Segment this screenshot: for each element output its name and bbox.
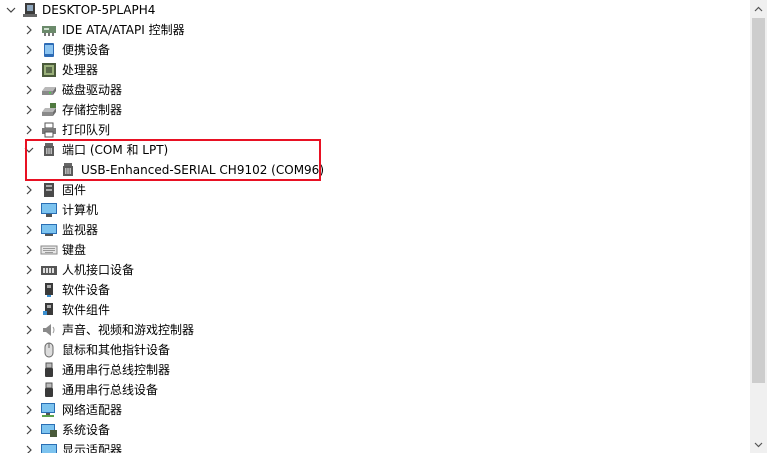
tree-item-mice[interactable]: 鼠标和其他指针设备 — [0, 340, 750, 360]
tree-item-system-devices[interactable]: 系统设备 — [0, 420, 750, 440]
tree-item-computer[interactable]: 计算机 — [0, 200, 750, 220]
tree-item-label: 计算机 — [62, 203, 99, 217]
chevron-right-icon[interactable] — [22, 182, 36, 198]
tree-item-portable-devices[interactable]: 便携设备 — [0, 40, 750, 60]
portable-device-icon — [41, 42, 57, 58]
usb-icon — [41, 362, 57, 378]
computer-name-label: DESKTOP-5PLAPH4 — [42, 3, 156, 17]
chevron-right-icon[interactable] — [22, 442, 36, 453]
tree-item-label: 通用串行总线控制器 — [62, 363, 171, 377]
processor-icon — [41, 62, 57, 78]
device-tree: DESKTOP-5PLAPH4 IDE ATA/ATAPI 控制器 便携设备 处… — [0, 0, 750, 453]
tree-item-label: 处理器 — [62, 63, 99, 77]
chevron-right-icon[interactable] — [22, 382, 36, 398]
tree-item-label: 鼠标和其他指针设备 — [62, 343, 171, 357]
tree-item-label: 键盘 — [62, 243, 87, 257]
tree-item-label: 通用串行总线设备 — [62, 383, 159, 397]
chevron-right-icon[interactable] — [22, 222, 36, 238]
ide-controller-icon — [41, 22, 57, 38]
storage-controller-icon — [41, 102, 57, 118]
tree-item-network-adapters[interactable]: 网络适配器 — [0, 400, 750, 420]
tree-item-label: 固件 — [62, 183, 87, 197]
disk-drive-icon — [41, 82, 57, 98]
tree-item-software-devices[interactable]: 软件设备 — [0, 280, 750, 300]
tree-item-keyboards[interactable]: 键盘 — [0, 240, 750, 260]
chevron-up-icon — [754, 6, 763, 11]
chevron-right-icon[interactable] — [22, 22, 36, 38]
chevron-right-icon[interactable] — [22, 282, 36, 298]
tree-item-label: 存储控制器 — [62, 103, 123, 117]
scroll-up-button[interactable] — [750, 0, 767, 17]
chevron-right-icon[interactable] — [22, 102, 36, 118]
scroll-down-button[interactable] — [750, 436, 767, 453]
tree-item-print-queues[interactable]: 打印队列 — [0, 120, 750, 140]
tree-item-label: 软件设备 — [62, 283, 111, 297]
tree-item-sound-video-game[interactable]: 声音、视频和游戏控制器 — [0, 320, 750, 340]
tree-item-usb-controllers[interactable]: 通用串行总线控制器 — [0, 360, 750, 380]
scrollbar-thumb[interactable] — [752, 18, 765, 383]
chevron-right-icon[interactable] — [22, 402, 36, 418]
tree-item-storage-controllers[interactable]: 存储控制器 — [0, 100, 750, 120]
chevron-right-icon[interactable] — [22, 322, 36, 338]
firmware-icon — [41, 182, 57, 198]
tree-item-label: 显示适配器 — [62, 443, 123, 453]
tree-item-label: 系统设备 — [62, 423, 111, 437]
tree-item-label: 监视器 — [62, 223, 99, 237]
hid-icon — [40, 262, 57, 278]
chevron-right-icon[interactable] — [22, 242, 36, 258]
chevron-right-icon[interactable] — [22, 342, 36, 358]
software-component-icon — [41, 302, 57, 318]
chevron-right-icon[interactable] — [22, 262, 36, 278]
printer-icon — [41, 122, 57, 138]
tree-item-label: 磁盘驱动器 — [62, 83, 123, 97]
chevron-right-icon[interactable] — [22, 122, 36, 138]
keyboard-icon — [40, 242, 58, 258]
tree-root-node[interactable]: DESKTOP-5PLAPH4 — [0, 0, 750, 20]
tree-item-label: 打印队列 — [62, 123, 111, 137]
chevron-right-icon[interactable] — [22, 42, 36, 58]
software-device-icon — [41, 282, 57, 298]
display-adapter-icon — [40, 442, 57, 453]
tree-item-label: 软件组件 — [62, 303, 111, 317]
tree-item-label: 声音、视频和游戏控制器 — [62, 323, 195, 337]
mouse-icon — [41, 342, 57, 358]
tree-item-label: 人机接口设备 — [62, 263, 135, 277]
tree-item-label: 网络适配器 — [62, 403, 123, 417]
tree-item-software-components[interactable]: 软件组件 — [0, 300, 750, 320]
chevron-right-icon[interactable] — [22, 62, 36, 78]
chevron-right-icon[interactable] — [22, 202, 36, 218]
monitor-icon — [40, 202, 57, 218]
tree-item-firmware[interactable]: 固件 — [0, 180, 750, 200]
chevron-right-icon[interactable] — [22, 302, 36, 318]
tree-item-monitors[interactable]: 监视器 — [0, 220, 750, 240]
chevron-right-icon[interactable] — [22, 82, 36, 98]
computer-icon — [22, 2, 38, 18]
tree-item-hid[interactable]: 人机接口设备 — [0, 260, 750, 280]
annotation-highlight-box — [25, 139, 321, 181]
tree-item-disk-drives[interactable]: 磁盘驱动器 — [0, 80, 750, 100]
network-adapter-icon — [40, 402, 56, 418]
chevron-down-icon[interactable] — [4, 2, 18, 18]
tree-item-usb-devices[interactable]: 通用串行总线设备 — [0, 380, 750, 400]
chevron-right-icon[interactable] — [22, 422, 36, 438]
speaker-icon — [41, 322, 57, 338]
tree-item-ide-controller[interactable]: IDE ATA/ATAPI 控制器 — [0, 20, 750, 40]
tree-item-processor[interactable]: 处理器 — [0, 60, 750, 80]
chevron-right-icon[interactable] — [22, 362, 36, 378]
tree-item-display-adapters[interactable]: 显示适配器 — [0, 440, 750, 453]
monitor-icon — [40, 222, 57, 238]
usb-icon — [41, 382, 57, 398]
tree-item-label: 便携设备 — [62, 43, 111, 57]
system-device-icon — [40, 422, 57, 438]
chevron-down-icon — [754, 442, 763, 447]
tree-item-label: IDE ATA/ATAPI 控制器 — [62, 23, 185, 37]
